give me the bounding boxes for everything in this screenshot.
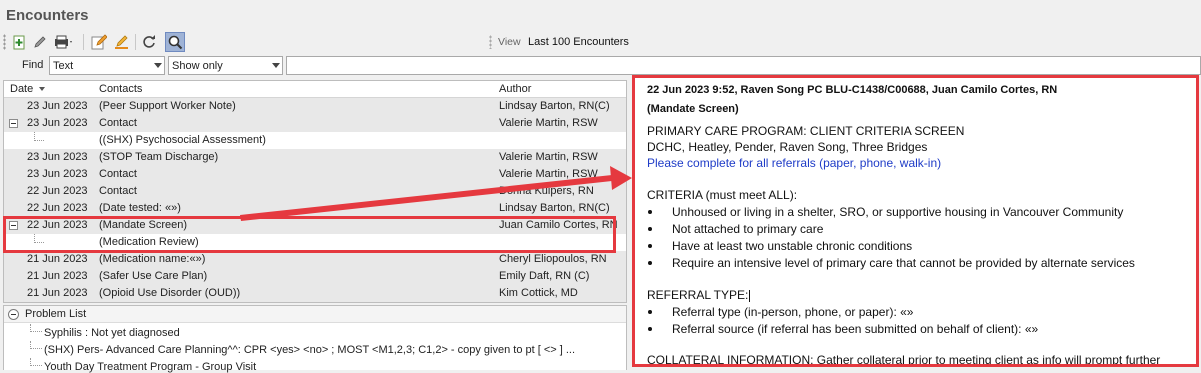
find-field-value: Text <box>53 60 74 72</box>
program-title: PRIMARY CARE PROGRAM: CLIENT CRITERIA SC… <box>647 124 965 138</box>
row-contact: (Medication name:«») <box>99 253 206 265</box>
bullet-icon <box>648 310 652 314</box>
table-row[interactable]: 23 Jun 2023 (Peer Support Worker Note) L… <box>4 98 626 115</box>
table-row[interactable]: 22 Jun 2023 Contact Donna Kuipers, RN <box>4 183 626 200</box>
find-label: Find <box>22 59 44 71</box>
problem-list-title: Problem List <box>25 308 87 320</box>
row-contact: Contact <box>99 168 137 180</box>
row-contact: (STOP Team Discharge) <box>99 151 219 163</box>
find-bar: Find Text Show only <box>0 55 1201 76</box>
referral-item: Referral source (if referral has been su… <box>672 322 1039 336</box>
edit-note-icon[interactable] <box>90 33 108 51</box>
window-title: Encounters <box>6 7 89 24</box>
sort-down-icon <box>39 87 46 92</box>
refresh-icon[interactable] <box>140 33 158 51</box>
bullet-icon <box>648 261 652 265</box>
row-date: 21 Jun 2023 <box>27 287 88 299</box>
problem-item[interactable]: Syphilis : Not yet diagnosed <box>44 327 180 339</box>
row-author: Valerie Martin, RSW <box>499 168 598 180</box>
detail-header: 22 Jun 2023 9:52, Raven Song PC BLU-C143… <box>647 84 1058 96</box>
row-author: Emily Daft, RN (C) <box>499 270 590 282</box>
collateral-text: COLLATERAL INFORMATION: Gather collatera… <box>647 353 1161 367</box>
print-icon[interactable] <box>53 33 75 51</box>
problem-item[interactable]: Youth Day Treatment Program - Group Visi… <box>44 361 256 373</box>
collapse-circle-icon[interactable] <box>8 309 19 320</box>
find-mode-value: Show only <box>172 60 223 72</box>
find-input[interactable] <box>286 56 1201 75</box>
instruction-text: Please complete for all referrals (paper… <box>647 156 942 170</box>
row-contact: (Safer Use Care Plan) <box>99 270 208 282</box>
chevron-down-icon <box>154 63 162 68</box>
table-row[interactable]: 21 Jun 2023 (Opioid Use Disorder (OUD)) … <box>4 285 626 302</box>
row-author: Valerie Martin, RSW <box>499 117 598 129</box>
tree-connector <box>34 132 44 141</box>
table-row[interactable]: 23 Jun 2023 Contact Valerie Martin, RSW <box>4 166 626 183</box>
problem-list-panel: Problem List Syphilis : Not yet diagnose… <box>3 305 627 373</box>
toolbar-grip <box>3 34 6 50</box>
row-contact: (Date tested: «») <box>99 202 181 214</box>
bullet-icon <box>648 327 652 331</box>
row-date: 23 Jun 2023 <box>27 100 88 112</box>
annotation-highlight-box <box>3 216 616 253</box>
text-cursor <box>749 289 751 302</box>
column-header-contacts[interactable]: Contacts <box>99 83 142 95</box>
chevron-down-icon <box>272 63 280 68</box>
row-author: Valerie Martin, RSW <box>499 151 598 163</box>
table-row[interactable]: ((SHX) Psychosocial Assessment) <box>4 132 626 149</box>
pencil-icon[interactable] <box>31 33 49 51</box>
row-author: Kim Cottick, MD <box>499 287 578 299</box>
row-contact: Contact <box>99 117 137 129</box>
table-row[interactable]: 23 Jun 2023 Contact Valerie Martin, RSW <box>4 115 626 132</box>
column-header-author[interactable]: Author <box>499 83 531 95</box>
referral-title: REFERRAL TYPE: <box>647 288 751 302</box>
find-mode-select[interactable]: Show only <box>168 56 283 75</box>
table-row[interactable]: 21 Jun 2023 (Safer Use Care Plan) Emily … <box>4 268 626 285</box>
row-contact: (Opioid Use Disorder (OUD)) <box>99 287 241 299</box>
program-locations: DCHC, Heatley, Pender, Raven Song, Three… <box>647 140 928 154</box>
problem-item[interactable]: (SHX) Pers- Advanced Care Planning^^: CP… <box>44 344 575 356</box>
table-row[interactable]: 23 Jun 2023 (STOP Team Discharge) Valeri… <box>4 149 626 166</box>
row-date: 21 Jun 2023 <box>27 270 88 282</box>
row-date: 23 Jun 2023 <box>27 151 88 163</box>
referral-item: Referral type (in-person, phone, or pape… <box>672 305 914 319</box>
view-selector[interactable]: Last 100 Encounters <box>528 36 629 48</box>
search-record-icon[interactable] <box>165 32 185 52</box>
row-contact: Contact <box>99 185 137 197</box>
toolbar: View Last 100 Encounters <box>0 31 1201 53</box>
view-label: View <box>498 36 521 48</box>
row-date: 22 Jun 2023 <box>27 185 88 197</box>
row-contact: (Peer Support Worker Note) <box>99 100 236 112</box>
highlight-icon[interactable] <box>113 33 131 51</box>
criteria-item: Require an intensive level of primary ca… <box>672 256 1135 270</box>
bullet-icon <box>648 244 652 248</box>
table-row[interactable]: 21 Jun 2023 (Medication name:«») Cheryl … <box>4 251 626 268</box>
add-icon[interactable] <box>10 33 28 51</box>
table-header: Date Contacts Author <box>4 81 626 98</box>
row-author: Cheryl Eliopoulos, RN <box>499 253 607 265</box>
row-date: 21 Jun 2023 <box>27 253 88 265</box>
criteria-item: Not attached to primary care <box>672 222 824 236</box>
encounters-table: Date Contacts Author 23 Jun 2023 (Peer S… <box>3 80 627 303</box>
bullet-icon <box>648 227 652 231</box>
row-date: 23 Jun 2023 <box>27 168 88 180</box>
collapse-icon[interactable] <box>9 119 18 128</box>
column-header-date[interactable]: Date <box>10 83 46 95</box>
row-date: 22 Jun 2023 <box>27 202 88 214</box>
bullet-icon <box>648 210 652 214</box>
row-author: Lindsay Barton, RN(C) <box>499 100 610 112</box>
criteria-title: CRITERIA (must meet ALL): <box>647 188 798 202</box>
row-date: 23 Jun 2023 <box>27 117 88 129</box>
row-author: Lindsay Barton, RN(C) <box>499 202 610 214</box>
find-field-select[interactable]: Text <box>49 56 165 75</box>
detail-subheader: (Mandate Screen) <box>647 103 739 115</box>
criteria-item: Unhoused or living in a shelter, SRO, or… <box>672 205 1124 219</box>
problem-list-header[interactable]: Problem List <box>4 306 626 323</box>
table-row[interactable]: 22 Jun 2023 (Date tested: «») Lindsay Ba… <box>4 200 626 217</box>
row-author: Donna Kuipers, RN <box>499 185 594 197</box>
encounter-detail-pane[interactable]: 22 Jun 2023 9:52, Raven Song PC BLU-C143… <box>632 75 1199 367</box>
criteria-item: Have at least two unstable chronic condi… <box>672 239 913 253</box>
row-contact: ((SHX) Psychosocial Assessment) <box>99 134 266 146</box>
